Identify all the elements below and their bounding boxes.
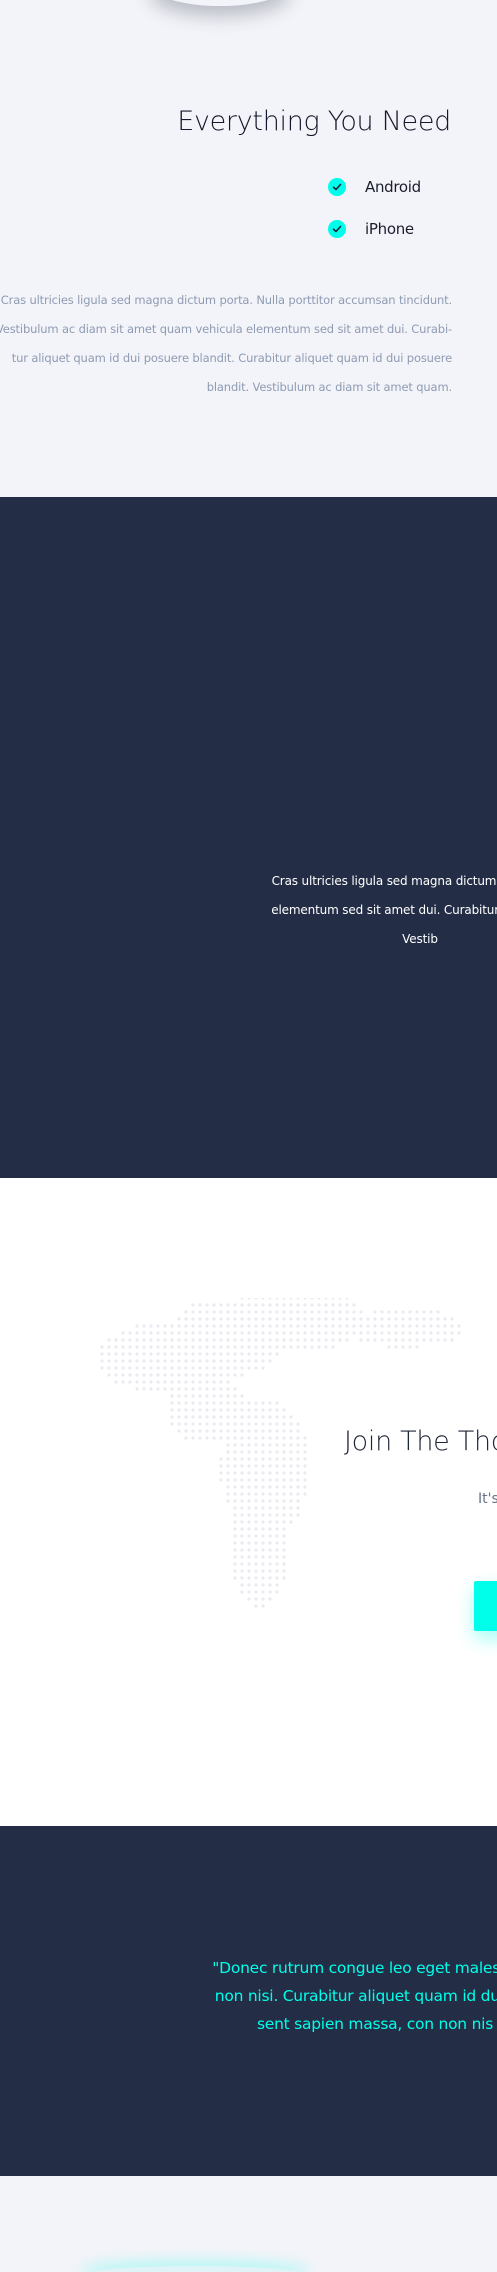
testimonial-quote: "Donec rutrum congue leo eget malesuada … — [150, 1954, 497, 2038]
quote-line: non nisi. Curabitur aliquet quam id dui … — [214, 1987, 497, 2005]
feature-item-android: Android — [328, 178, 421, 196]
features-title: Everything You Need — [177, 106, 451, 137]
feature-label: Android — [365, 178, 421, 196]
description-line: tur aliquet quam id dui posuere blandit.… — [11, 351, 452, 365]
join-button[interactable] — [474, 1581, 497, 1631]
paragraph-line: elementum sed sit amet dui. Curabitur al… — [271, 903, 497, 917]
feature-item-iphone: iPhone — [328, 220, 414, 238]
paragraph-line: Vestib — [402, 932, 438, 946]
feature-label: iPhone — [365, 220, 414, 238]
description-line: blandit. Vestibulum ac diam sit amet qua… — [206, 380, 452, 394]
check-icon — [328, 220, 346, 238]
description-line: Vestibulum ac diam sit amet quam vehicul… — [0, 322, 452, 336]
features-section: Everything You Need Android iPhone Cras … — [0, 0, 497, 497]
join-section: Join The Tho It's — [0, 1178, 497, 1826]
cta-glow — [80, 2266, 310, 2272]
device-shadow — [150, 0, 290, 6]
quote-line: sent sapien massa, con non nis — [256, 2015, 494, 2033]
join-title: Join The Tho — [344, 1426, 497, 1457]
description-line: Cras ultricies ligula sed magna dictum p… — [0, 293, 452, 307]
world-map-icon — [100, 1298, 461, 1608]
join-subtitle: It's — [478, 1491, 497, 1507]
footer-section — [0, 2176, 497, 2272]
testimonial-section: "Donec rutrum congue leo eget malesuada … — [0, 1826, 497, 2176]
features-description: Cras ultricies ligula sed magna dictum p… — [0, 286, 452, 402]
paragraph-line: Cras ultricies ligula sed magna dictum p… — [271, 874, 497, 888]
dark-band-section: Cras ultricies ligula sed magna dictum p… — [0, 497, 497, 1178]
dark-band-paragraph: Cras ultricies ligula sed magna dictum p… — [210, 867, 497, 954]
quote-line: "Donec rutrum congue leo eget malesuada — [212, 1959, 497, 1977]
check-icon — [328, 178, 346, 196]
